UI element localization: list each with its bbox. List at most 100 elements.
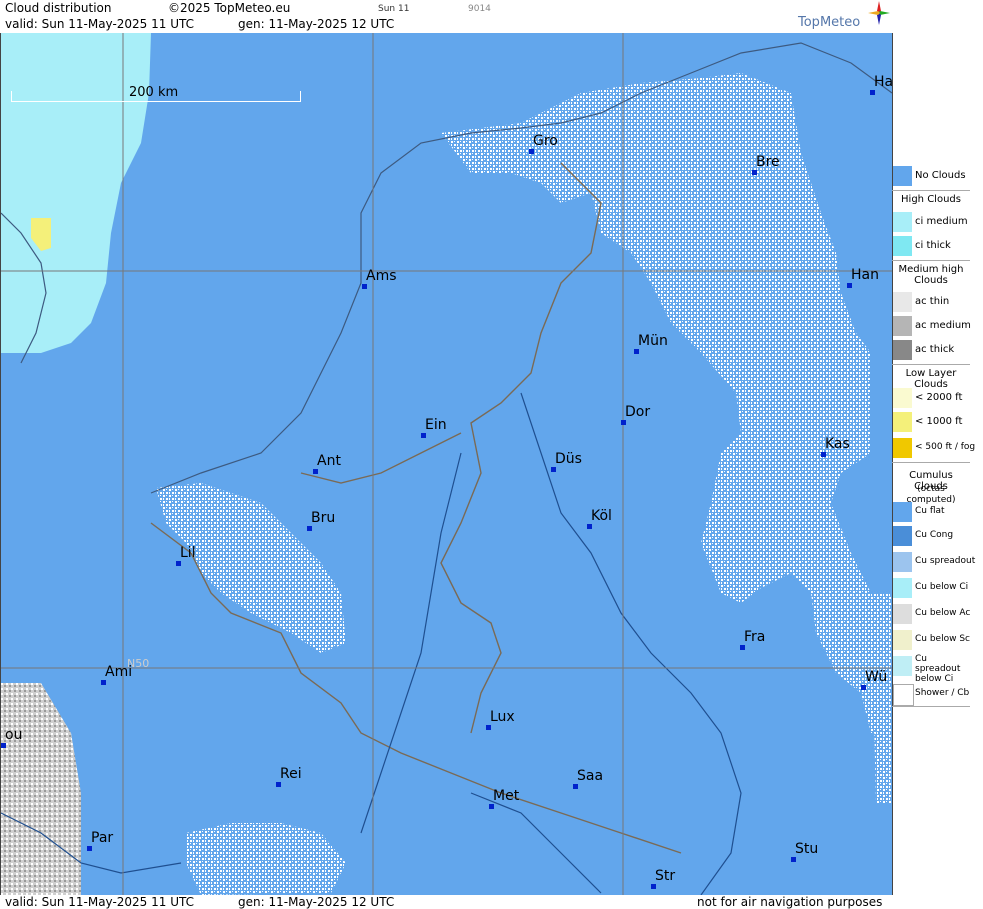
city-label: Düs — [551, 451, 582, 472]
city-name: Düs — [555, 451, 582, 467]
city-name: Lil — [180, 545, 196, 561]
swatch — [893, 526, 912, 546]
city-marker-icon — [489, 804, 494, 809]
legend-ac-medium: ac medium — [892, 314, 971, 338]
city-marker-icon — [307, 526, 312, 531]
city-marker-icon — [870, 90, 875, 95]
city-name: Rei — [280, 766, 302, 782]
city-marker-icon — [101, 680, 106, 685]
city-marker-icon — [551, 467, 556, 472]
legend-label: No Clouds — [915, 170, 966, 181]
city-marker-icon — [573, 784, 578, 789]
city-name: Met — [493, 788, 520, 804]
city-name: Gro — [533, 133, 558, 149]
city-label: Par — [87, 830, 114, 851]
city-marker-icon — [486, 725, 491, 730]
cirrus-area — [1, 33, 151, 353]
city-label: Fra — [740, 629, 766, 650]
city-label: Bru — [307, 510, 336, 531]
city-name: Fra — [744, 629, 766, 645]
footer-valid: valid: Sun 11-May-2025 11 UTC — [5, 895, 194, 909]
city-marker-icon — [847, 283, 852, 288]
swatch — [893, 292, 912, 312]
legend-label: < 2000 ft — [915, 392, 963, 403]
cloud-map[interactable]: N50 200 km Gro Bre Ha Ams Han Mün Ein Dor Ant Düs… — [0, 33, 893, 895]
city-label: Köl — [587, 508, 612, 529]
swatch — [893, 552, 912, 572]
legend-label: Cu below Ac — [915, 608, 971, 618]
swatch — [893, 316, 912, 336]
legend-cu-below-ac: Cu below Ac — [892, 602, 970, 626]
city-name: Bru — [311, 510, 336, 526]
city-marker-icon — [634, 349, 639, 354]
city-marker-icon — [529, 149, 534, 154]
river-maas — [360, 452, 462, 834]
city-label: Lil — [176, 545, 196, 566]
city-label: Gro — [529, 133, 558, 154]
city-marker-icon — [621, 420, 626, 425]
city-marker-icon — [861, 685, 866, 690]
tiny-code-label: 9014 — [468, 4, 491, 14]
city-name: Dor — [625, 404, 651, 420]
legend-cu-flat: Cu flat — [892, 500, 970, 524]
legend-section-high: High Clouds — [901, 194, 961, 205]
city-name: Ein — [425, 417, 447, 433]
city-marker-icon — [421, 433, 426, 438]
swatch — [893, 212, 912, 232]
city-label: Mün — [634, 333, 668, 354]
legend-label: Shower / Cb — [915, 688, 970, 698]
legend-cu-spreadout: Cu spreadout — [892, 550, 975, 574]
swatch — [893, 388, 912, 408]
swatch — [893, 412, 912, 432]
city-name: Bre — [756, 154, 780, 170]
city-label: Ha — [870, 74, 892, 95]
compass-rose-icon — [868, 1, 890, 25]
legend-no-clouds: No Clouds — [892, 164, 970, 188]
legend-cu-cong: Cu Cong — [892, 524, 970, 548]
city-marker-icon — [752, 170, 757, 175]
city-name: Par — [91, 830, 114, 846]
legend-label: Cu flat — [915, 506, 945, 516]
city-name: Stu — [795, 841, 819, 857]
city-name: Ant — [317, 453, 341, 469]
city-label: Lux — [486, 709, 515, 730]
city-marker-icon — [276, 782, 281, 787]
legend-label: Cu Cong — [915, 530, 954, 540]
city-marker-icon — [587, 524, 592, 529]
city-name: ou — [5, 727, 23, 743]
copyright: ©2025 TopMeteo.eu — [168, 1, 291, 15]
city-label: Dor — [621, 404, 651, 425]
city-name: Wü — [865, 669, 888, 685]
legend-label: < 1000 ft — [915, 416, 963, 427]
cumulus-north — [441, 73, 891, 733]
city-marker-icon — [313, 469, 318, 474]
legend-cu-spread-below-ci: Cu spreadout below Ci — [892, 654, 970, 684]
city-name: Ami — [105, 664, 133, 680]
city-label: Stu — [791, 841, 819, 862]
logo-text: TopMeteo — [798, 15, 861, 30]
swatch — [893, 166, 912, 186]
city-marker-icon — [362, 284, 367, 289]
city-name: Kas — [825, 436, 850, 452]
city-name: Lux — [490, 709, 515, 725]
cumulus-east-edge — [871, 593, 892, 803]
legend-label: Cu below Sc — [915, 634, 970, 644]
city-name: Ams — [366, 268, 397, 284]
swatch — [893, 438, 912, 458]
city-marker-icon — [821, 452, 826, 457]
grey-cloud-sw — [1, 683, 81, 895]
city-marker-icon — [1, 743, 6, 748]
legend-ac-thin: ac thin — [892, 290, 970, 314]
city-marker-icon — [740, 645, 745, 650]
legend-label: Cu spreadout below Ci — [915, 654, 961, 684]
city-label: Ams — [362, 268, 397, 289]
tiny-date-label: Sun 11 — [378, 4, 410, 14]
city-marker-icon — [791, 857, 796, 862]
city-name: Han — [851, 267, 879, 283]
city-marker-icon — [651, 884, 656, 889]
cumulus-south — [186, 823, 346, 895]
swatch — [893, 604, 912, 624]
topmeteo-logo: TopMeteo — [798, 1, 890, 30]
legend-label: ac thick — [915, 344, 955, 355]
legend-label: ci medium — [915, 216, 968, 227]
